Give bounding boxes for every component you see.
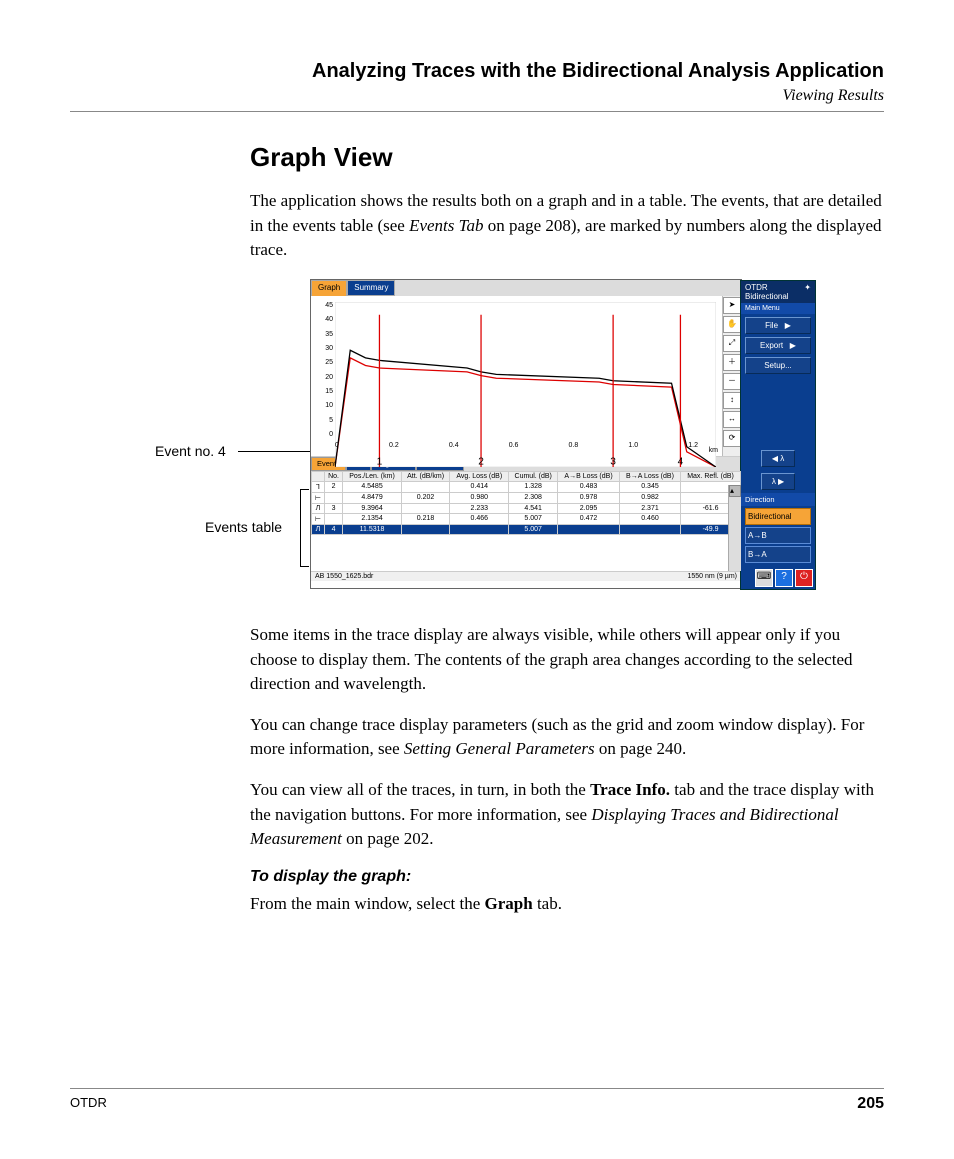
text: on page 240. — [595, 739, 687, 758]
table-row[interactable]: ⊢2.13540.2180.4665.0070.4720.460 — [312, 513, 741, 524]
table-row[interactable]: ⅂24.54850.4141.3280.4830.345 — [312, 481, 741, 492]
zoom-x-icon[interactable]: ↔ — [723, 411, 741, 428]
top-tabs: Graph Summary — [311, 280, 741, 296]
export-button[interactable]: Export ▶ — [745, 337, 811, 354]
svg-text:4: 4 — [678, 456, 684, 467]
text: You can view all of the traces, in turn,… — [250, 780, 590, 799]
main-menu-label: Main Menu — [741, 303, 815, 314]
zoom-reset-icon[interactable]: ⟳ — [723, 430, 741, 447]
setup-button[interactable]: Setup... — [745, 357, 811, 374]
table-row[interactable]: Л411.53185.007-49.9 — [312, 524, 741, 534]
tab-summary[interactable]: Summary — [347, 280, 395, 296]
callout-bracket — [300, 489, 309, 567]
events-table[interactable]: No.Pos./Len. (km)Att. (dB/km)Avg. Loss (… — [311, 471, 741, 535]
text: From the main window, select the — [250, 894, 485, 913]
file-label: File — [765, 321, 778, 330]
zoom-all-icon[interactable]: ⤢ — [723, 335, 741, 352]
direction-ba-button[interactable]: B→A — [745, 546, 811, 563]
side-panel: OTDR Bidirectional ✦ Main Menu File ▶ Ex… — [740, 280, 816, 590]
svg-text:1: 1 — [377, 456, 383, 467]
close-icon[interactable]: ⏻ — [795, 569, 813, 587]
page-footer: OTDR 205 — [70, 1088, 884, 1113]
file-button[interactable]: File ▶ — [745, 317, 811, 334]
xref-general-params: Setting General Parameters — [404, 739, 595, 758]
procedure-step: From the main window, select the Graph t… — [250, 892, 884, 917]
status-wavelength: 1550 nm (9 µm) — [687, 573, 737, 580]
app-title: OTDR Bidirectional — [745, 283, 804, 301]
direction-label: Direction — [741, 493, 815, 506]
chart-area[interactable]: 1550 nm (9 µm) — [311, 296, 722, 456]
footer-product: OTDR — [70, 1095, 107, 1113]
hand-tool-icon[interactable]: ✋ — [723, 316, 741, 333]
pointer-tool-icon[interactable]: ➤ — [723, 297, 741, 314]
callout-event-4: Event no. 4 — [155, 443, 226, 459]
y-axis-ticks: 454035302520151050 — [313, 302, 333, 438]
text: on page 202. — [342, 829, 434, 848]
svg-text:2: 2 — [478, 456, 484, 467]
export-label: Export — [760, 341, 783, 350]
zoom-out-icon[interactable]: － — [723, 373, 741, 390]
body-paragraph: Some items in the trace display are alwa… — [250, 623, 884, 697]
direction-bidirectional-button[interactable]: Bidirectional — [745, 508, 811, 525]
text: tab. — [533, 894, 562, 913]
footer-page-number: 205 — [857, 1095, 884, 1113]
ui-ref-trace-info: Trace Info. — [590, 780, 670, 799]
xref-events-tab: Events Tab — [409, 216, 483, 235]
header-rule — [70, 111, 884, 112]
app-screenshot: OTDR Bidirectional ✦ Main Menu File ▶ Ex… — [310, 279, 742, 589]
intro-paragraph: The application shows the results both o… — [250, 189, 884, 263]
keyboard-icon[interactable]: ⌨ — [755, 569, 773, 587]
tab-graph[interactable]: Graph — [311, 280, 347, 296]
logo-icon: ✦ — [804, 283, 811, 301]
screenshot-figure: Event no. 4 Events table Distance units … — [250, 279, 884, 599]
app-title-bar: OTDR Bidirectional ✦ — [741, 281, 815, 303]
x-axis-ticks: 00.20.40.60.81.01.2 — [335, 442, 698, 454]
table-row[interactable]: ⊢4.84790.2020.9802.3080.9780.982 — [312, 492, 741, 503]
zoom-y-icon[interactable]: ↕ — [723, 392, 741, 409]
x-axis-unit: km — [709, 447, 718, 454]
callout-events-table: Events table — [205, 519, 282, 535]
section-name: Viewing Results — [70, 87, 884, 105]
body-paragraph: You can change trace display parameters … — [250, 713, 884, 762]
svg-text:3: 3 — [610, 456, 616, 467]
zoom-in-icon[interactable]: ＋ — [723, 354, 741, 371]
scroll-up-icon[interactable]: ▴ — [729, 485, 741, 497]
help-icon[interactable]: ? — [775, 569, 793, 587]
scrollbar[interactable]: ▴ — [728, 485, 741, 571]
status-bar: AB 1550_1625.bdr 1550 nm (9 µm) — [311, 571, 741, 581]
direction-ab-button[interactable]: A→B — [745, 527, 811, 544]
chapter-title: Analyzing Traces with the Bidirectional … — [70, 60, 884, 83]
table-row[interactable]: Л39.39642.2334.5412.0952.371-61.6 — [312, 503, 741, 513]
lambda-prev-button[interactable]: ◀ λ — [761, 450, 795, 467]
ui-ref-graph-tab: Graph — [485, 894, 533, 913]
chart-toolstrip: ➤ ✋ ⤢ ＋ － ↕ ↔ ⟳ — [722, 296, 741, 456]
status-filename: AB 1550_1625.bdr — [315, 573, 373, 580]
procedure-heading: To display the graph: — [250, 868, 884, 886]
page-title: Graph View — [250, 142, 884, 173]
body-paragraph: You can view all of the traces, in turn,… — [250, 778, 884, 852]
lambda-next-button[interactable]: λ ▶ — [761, 473, 795, 490]
